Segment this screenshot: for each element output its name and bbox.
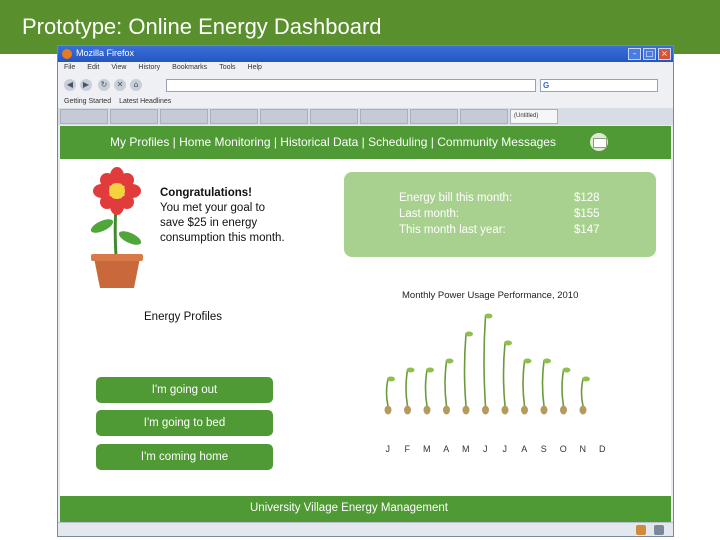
navigation-toolbar: ◀ ▶ ↻ ✕ ⌂ G <box>58 74 673 96</box>
power-usage-chart <box>384 313 590 415</box>
chart-sprout-bar <box>521 358 532 415</box>
chart-month-axis: JFMAMJJASOND <box>378 444 618 454</box>
bill-value-last-year: $147 <box>574 224 600 236</box>
slide-title: Prototype: Online Energy Dashboard <box>22 14 382 39</box>
home-icon[interactable]: ⌂ <box>130 79 142 91</box>
menu-file[interactable]: File <box>64 62 75 74</box>
chart-month-label: O <box>559 444 567 454</box>
chart-sprout-bar <box>579 376 590 415</box>
firefox-icon <box>62 49 72 59</box>
reload-icon[interactable]: ↻ <box>98 79 110 91</box>
bill-value-this-month: $128 <box>574 192 600 204</box>
chart-month-label: D <box>599 444 606 454</box>
status-indicator-icon[interactable] <box>654 525 664 535</box>
congrats-line-1: Congratulations! <box>160 187 252 199</box>
bookmark-latest-headlines[interactable]: Latest Headlines <box>119 96 171 108</box>
coming-home-button[interactable]: I'm coming home <box>96 444 273 470</box>
chart-sprout-bar <box>404 367 415 415</box>
bookmark-getting-started[interactable]: Getting Started <box>64 96 111 108</box>
menu-help[interactable]: Help <box>248 62 262 74</box>
browser-tab[interactable] <box>260 109 308 124</box>
search-input[interactable]: G <box>540 79 658 92</box>
chart-month-label: M <box>423 444 431 454</box>
menu-history[interactable]: History <box>138 62 160 74</box>
browser-tab[interactable] <box>310 109 358 124</box>
page-viewport: My Profiles | Home Monitoring | Historic… <box>60 126 671 522</box>
bill-label-last-month: Last month: <box>399 208 460 220</box>
bill-value-last-month: $155 <box>574 208 600 220</box>
menu-view[interactable]: View <box>111 62 126 74</box>
forward-icon[interactable]: ▶ <box>80 79 92 91</box>
chart-month-label: A <box>521 444 528 454</box>
chart-title: Monthly Power Usage Performance, 2010 <box>402 290 579 301</box>
energy-bill-panel: Energy bill this month: $128 Last month:… <box>344 172 656 257</box>
mail-icon[interactable] <box>590 133 608 151</box>
chart-sprout-bar <box>540 358 551 415</box>
chart-sprout-bar <box>423 367 434 415</box>
browser-window: Mozilla Firefox – □ × File Edit View His… <box>57 45 674 537</box>
menu-bookmarks[interactable]: Bookmarks <box>172 62 207 74</box>
maximize-button[interactable]: □ <box>643 48 656 60</box>
close-button[interactable]: × <box>658 48 671 60</box>
chart-month-label: N <box>579 444 587 454</box>
site-nav: My Profiles | Home Monitoring | Historic… <box>60 126 671 159</box>
url-bar[interactable] <box>166 79 536 92</box>
chart-sprout-bar <box>501 340 512 415</box>
menu-tools[interactable]: Tools <box>219 62 235 74</box>
site-footer: University Village Energy Management <box>60 496 671 522</box>
menu-edit[interactable]: Edit <box>87 62 99 74</box>
chart-month-label: J <box>502 444 508 454</box>
browser-titlebar: Mozilla Firefox – □ × <box>58 46 673 62</box>
energy-profiles-title: Energy Profiles <box>144 311 222 323</box>
bookmarks-toolbar: Getting Started Latest Headlines <box>58 96 673 108</box>
browser-tab[interactable] <box>210 109 258 124</box>
congrats-line-4: consumption this month. <box>160 232 285 244</box>
status-bar <box>58 522 673 536</box>
footer-text: University Village Energy Management <box>250 502 448 514</box>
window-title: Mozilla Firefox <box>76 48 135 58</box>
browser-tab-active[interactable]: (Untitled) <box>510 109 558 124</box>
tab-bar: (Untitled) <box>58 108 673 125</box>
chart-sprout-bar <box>560 367 571 415</box>
minimize-button[interactable]: – <box>628 48 641 60</box>
chart-sprout-bar <box>482 313 493 415</box>
stop-icon[interactable]: ✕ <box>114 79 126 91</box>
chart-sprout-bar <box>443 358 454 415</box>
going-to-bed-button[interactable]: I'm going to bed <box>96 410 273 436</box>
site-nav-links[interactable]: My Profiles | Home Monitoring | Historic… <box>110 135 556 149</box>
window-controls: – □ × <box>628 48 671 60</box>
google-search-icon: G <box>543 81 550 90</box>
bill-label-this-month: Energy bill this month: <box>399 192 513 204</box>
congrats-line-3: save $25 in energy <box>160 217 258 229</box>
back-icon[interactable]: ◀ <box>64 79 76 91</box>
menu-bar: File Edit View History Bookmarks Tools H… <box>58 62 673 74</box>
flower-pot-icon <box>90 167 143 288</box>
congrats-line-2: You met your goal to <box>160 202 266 214</box>
chart-month-label: F <box>404 444 411 454</box>
chart-month-label: J <box>385 444 391 454</box>
congrats-message: Congratulations! You met your goal to sa… <box>160 186 320 246</box>
chart-month-label: A <box>443 444 450 454</box>
chart-month-label: S <box>540 444 547 454</box>
browser-tab[interactable] <box>410 109 458 124</box>
browser-tab[interactable] <box>460 109 508 124</box>
chart-month-label: M <box>462 444 470 454</box>
chart-sprout-bar <box>384 376 395 415</box>
bill-label-last-year: This month last year: <box>399 224 506 236</box>
browser-tab[interactable] <box>110 109 158 124</box>
addon-icon[interactable] <box>636 525 646 535</box>
browser-tab[interactable] <box>60 109 108 124</box>
chart-month-label: J <box>483 444 488 454</box>
browser-tab[interactable] <box>360 109 408 124</box>
chart-sprout-bar <box>462 331 473 415</box>
browser-tab[interactable] <box>160 109 208 124</box>
going-out-button[interactable]: I'm going out <box>96 377 273 403</box>
